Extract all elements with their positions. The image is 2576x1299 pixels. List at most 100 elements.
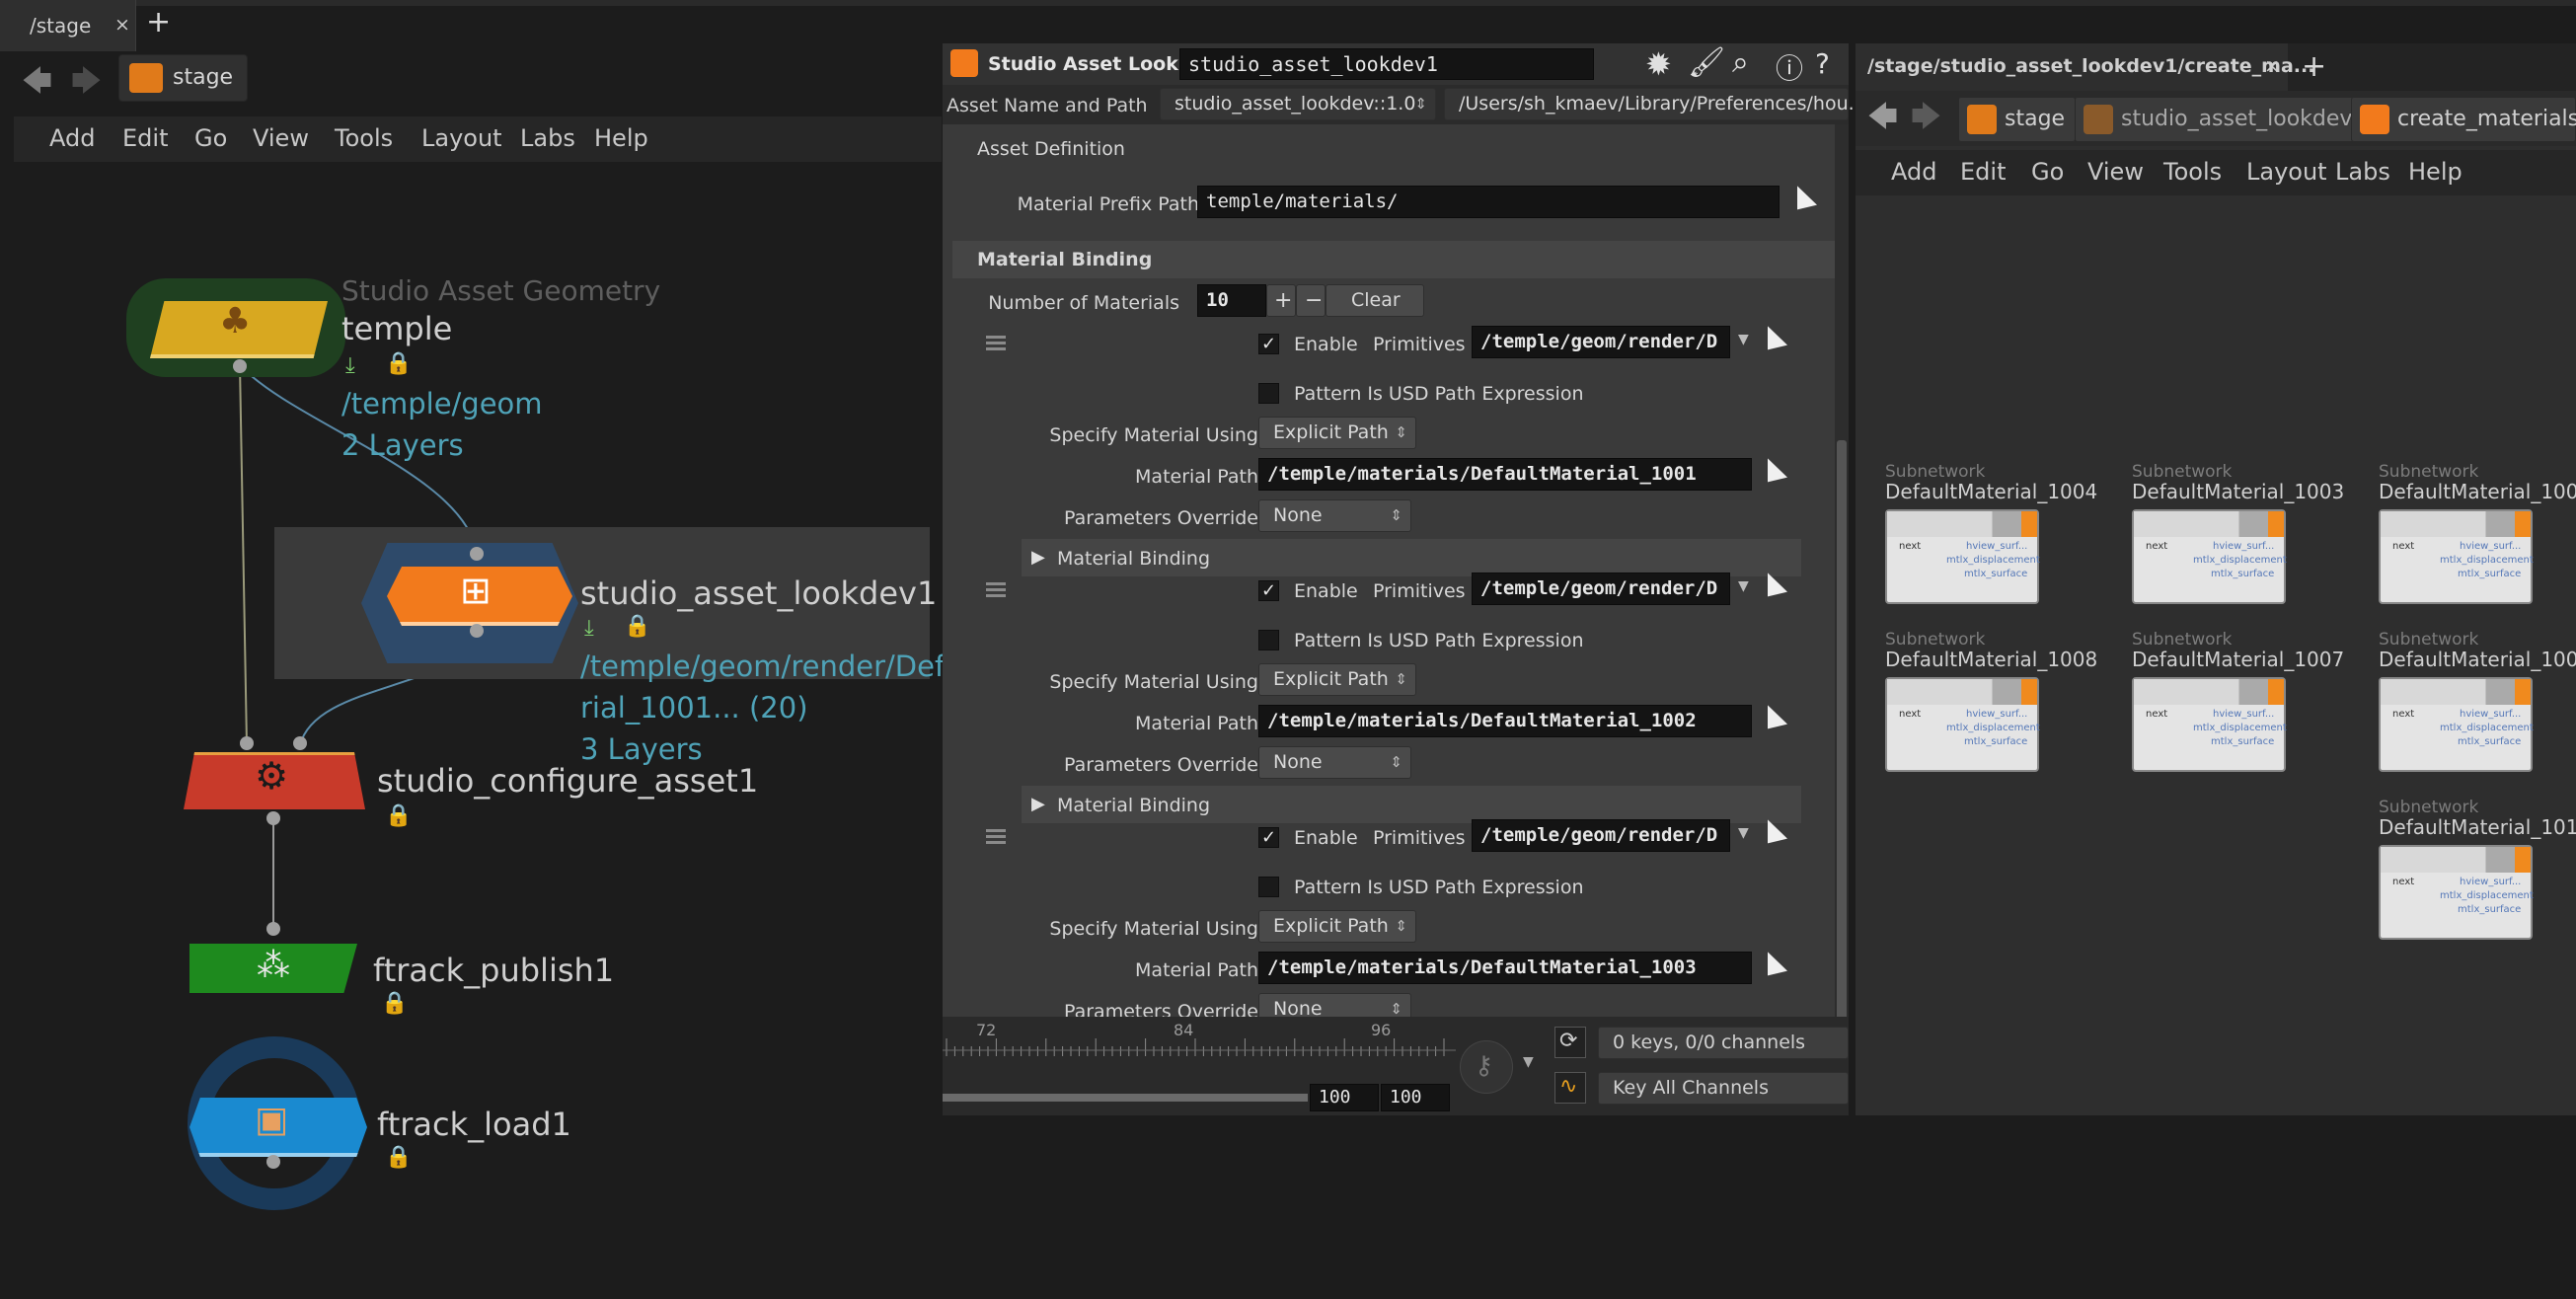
right-back-arrow-icon[interactable]: 🡄 [1867,95,1898,145]
breadcrumb-lookdev[interactable]: studio_asset_lookdev1 [2075,97,2378,142]
select-arrow-icon[interactable] [1797,186,1817,217]
breadcrumb-create-materials[interactable]: create_materials [2351,97,2576,142]
port-next: next [2146,709,2168,720]
primitives-field[interactable]: /temple/geom/render/D [1472,819,1730,852]
parm-scrollbar[interactable] [1835,124,1849,1052]
dropdown-icon[interactable]: ▼ [1738,825,1749,841]
select-arrow-icon[interactable] [1768,705,1787,736]
breadcrumb-stage[interactable]: stage [1958,97,2077,142]
node-configure-input-1[interactable] [240,736,254,750]
info-icon[interactable]: ⓘ [1776,47,1803,87]
node-publish-input[interactable] [266,922,280,936]
drag-handle-icon[interactable] [986,336,1006,339]
asset-path-field[interactable]: /Users/sh_kmaev/Library/Preferences/hou.… [1444,88,1866,120]
port-label: hview_surf... [2460,877,2522,887]
dropdown-icon[interactable]: ▼ [1523,1054,1534,1070]
pattern-checkbox[interactable] [1258,630,1279,650]
node-configure-output[interactable] [266,811,280,825]
enable-checkbox[interactable]: ✓ [1258,580,1279,601]
specify-menu[interactable]: Explicit Path ⇕ [1258,417,1416,449]
lock-icon-3[interactable]: 🔒 [385,803,412,828]
lock-icon-5[interactable]: 🔒 [385,1145,412,1170]
add-material-button[interactable]: + [1266,284,1296,317]
lock-icon[interactable]: 🔒 [385,351,412,376]
range-start-field[interactable]: 100 [1310,1084,1379,1111]
right-tab-close-icon[interactable]: × [2264,55,2280,77]
pattern-checkbox[interactable] [1258,383,1279,404]
section-material-binding[interactable]: Material Binding [952,241,1841,278]
key-icon[interactable]: ⚷ [1460,1040,1513,1094]
enable-checkbox[interactable]: ✓ [1258,334,1279,354]
specify-menu[interactable]: Explicit Path ⇕ [1258,663,1416,696]
asset-name-menu[interactable]: studio_asset_lookdev::1.0 ⇕ [1160,88,1436,120]
curve-icon[interactable]: ∿ [1554,1072,1586,1104]
parm-scrollbar-thumb[interactable] [1837,440,1847,1023]
pattern-checkbox[interactable] [1258,877,1279,897]
display-flag-icon[interactable]: ⤓ [345,353,355,378]
drag-handle-icon[interactable] [986,582,1006,585]
remove-material-button[interactable]: − [1296,284,1326,317]
lock-icon-2[interactable]: 🔒 [624,614,650,639]
primitives-field[interactable]: /temple/geom/render/D [1472,573,1730,605]
menu-add[interactable]: Add [1891,158,1936,186]
node-lookdev-output[interactable] [470,624,484,638]
key-all-channels-button[interactable]: Key All Channels [1598,1072,1849,1105]
select-arrow-icon[interactable] [1768,573,1787,604]
sub-binding-folder[interactable]: ▶ Material Binding [1022,786,1801,823]
refresh-icon[interactable]: ⟳ [1554,1027,1586,1058]
dropdown-icon[interactable]: ▼ [1738,578,1749,594]
search-icon[interactable]: ⌕ [1732,45,1749,80]
keys-channels-button[interactable]: 0 keys, 0/0 channels [1598,1027,1849,1059]
params-override-menu[interactable]: None ⇕ [1258,746,1411,779]
brush-icon[interactable]: 🖌 [1688,45,1725,80]
select-arrow-icon[interactable] [1768,819,1787,851]
help-icon[interactable]: ? [1815,47,1830,80]
tab-create-materials[interactable]: /stage/studio_asset_lookdev1/create_ma..… [1856,43,2314,91]
node-configure-input-2[interactable] [293,736,307,750]
material-prefix-field[interactable]: temple/materials/ [1197,186,1780,218]
sub-binding-folder[interactable]: ▶ Material Binding [1022,539,1801,576]
port-next: next [2392,709,2415,720]
select-arrow-icon[interactable] [1768,326,1787,357]
port-label: mtlx_surface [2211,736,2275,747]
material-path-field[interactable]: /temple/materials/DefaultMaterial_1003 [1258,952,1752,984]
menu-view[interactable]: View [2087,158,2144,186]
menu-tools[interactable]: Tools [2163,158,2222,186]
port-label: mtlx_surface [2458,569,2522,579]
node-lookdev-input[interactable] [470,547,484,561]
range-end-field[interactable]: 100 [1381,1084,1450,1111]
num-materials-field[interactable]: 10 [1197,284,1266,317]
range-slider[interactable] [943,1094,1308,1102]
material-path-field[interactable]: /temple/materials/DefaultMaterial_1002 [1258,705,1752,737]
params-override-menu[interactable]: None ⇕ [1258,499,1411,532]
menu-labs[interactable]: Labs [2335,158,2390,186]
material-path-field[interactable]: /temple/materials/DefaultMaterial_1001 [1258,458,1752,491]
dropdown-icon[interactable]: ▼ [1738,332,1749,347]
menu-layout[interactable]: Layout [2246,158,2327,186]
lock-icon-4[interactable]: 🔒 [381,991,408,1016]
drag-handle-icon[interactable] [986,829,1006,832]
section-asset-definition[interactable]: Asset Definition [952,130,1841,168]
node-lookdev-name: studio_asset_lookdev1 [580,574,938,612]
node-load-output[interactable] [266,1155,280,1169]
display-flag-icon-2[interactable]: ⤓ [584,616,594,641]
menu-edit[interactable]: Edit [1960,158,2006,186]
select-arrow-icon[interactable] [1768,458,1787,490]
clear-button[interactable]: Clear [1326,284,1424,317]
select-arrow-icon[interactable] [1768,952,1787,983]
primitives-field[interactable]: /temple/geom/render/D [1472,326,1730,358]
right-forward-arrow-icon[interactable]: 🡆 [1911,95,1941,145]
right-add-tab-icon[interactable]: + [2302,49,2326,84]
node-geometry-output[interactable] [233,359,247,373]
material-node-body: next hview_surf... mtlx_displacement mtlx_s… [2379,677,2534,772]
menu-help[interactable]: Help [2408,158,2462,186]
gear-icon-parm[interactable]: ✹ [1645,45,1672,83]
node-name-field[interactable]: studio_asset_lookdev1 [1179,48,1594,80]
specify-value: Explicit Path [1273,421,1389,443]
enable-checkbox[interactable]: ✓ [1258,827,1279,848]
node-geometry-name: temple [341,310,453,347]
timeline-bar: 72 84 96 100 100 ⚷ ▼ ⟳ ∿ 0 keys, 0/0 cha… [943,1017,1849,1115]
menu-go[interactable]: Go [2031,158,2064,186]
port-label: mtlx_surface [1964,569,2028,579]
specify-menu[interactable]: Explicit Path ⇕ [1258,910,1416,943]
